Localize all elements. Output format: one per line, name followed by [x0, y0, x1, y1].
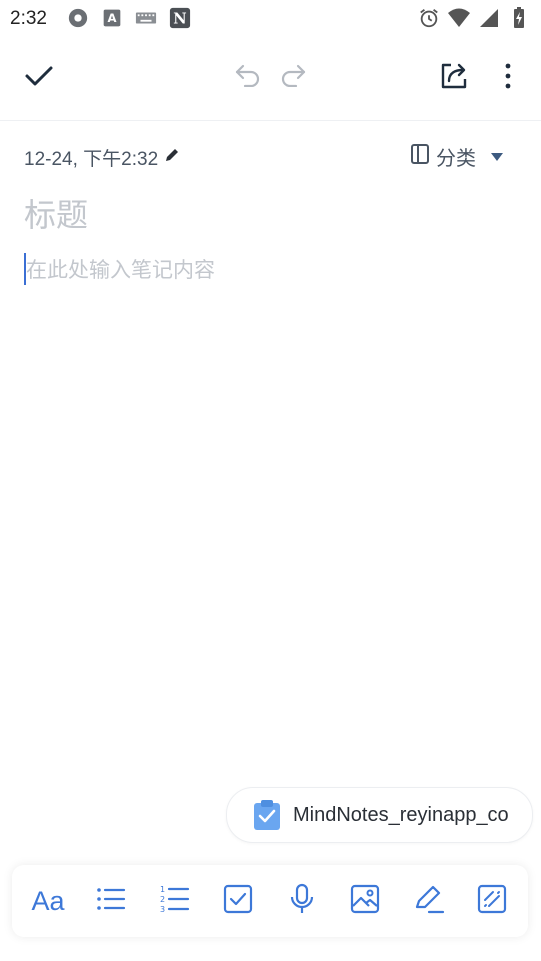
svg-text:2: 2	[160, 895, 165, 904]
status-icons-left: A N	[66, 6, 192, 30]
save-check-button[interactable]	[17, 56, 61, 100]
text-format-icon: Aa	[31, 885, 65, 916]
note-date[interactable]: 12-24, 下午2:32	[24, 144, 180, 171]
numbered-list-icon: 123	[160, 884, 190, 919]
status-bar: 2:32 A N	[0, 0, 541, 36]
redo-button[interactable]	[271, 55, 315, 99]
checkbox-icon	[223, 884, 253, 919]
numbered-list-button[interactable]: 123	[151, 877, 199, 925]
undo-button[interactable]	[226, 55, 270, 99]
image-icon	[350, 884, 380, 919]
keyboard-icon	[134, 6, 158, 30]
title-input[interactable]: 标题	[24, 190, 514, 236]
svg-text:N: N	[173, 11, 186, 28]
status-icons-right	[417, 6, 531, 30]
signal-icon	[477, 6, 501, 30]
background-pattern-button[interactable]	[468, 877, 516, 925]
alarm-icon	[417, 6, 441, 30]
notion-n-icon: N	[168, 6, 192, 30]
share-button[interactable]	[432, 56, 476, 100]
insert-image-button[interactable]	[341, 877, 389, 925]
clipboard-text: MindNotes_reyinapp_co	[293, 803, 509, 826]
caret-down-icon	[490, 145, 504, 168]
clipboard-suggestion-chip[interactable]: MindNotes_reyinapp_co	[226, 787, 533, 843]
checkbox-button[interactable]	[214, 877, 262, 925]
svg-text:A: A	[107, 11, 116, 25]
share-icon	[439, 61, 469, 96]
top-toolbar	[0, 50, 541, 106]
pattern-icon	[477, 884, 507, 919]
undo-icon	[234, 63, 262, 92]
clipboard-check-icon	[253, 799, 281, 831]
category-label: 分类	[436, 148, 476, 170]
body-input[interactable]: 在此处输入笔记内容	[24, 252, 514, 286]
note-date-text: 12-24, 下午2:32	[24, 149, 159, 170]
more-options-button[interactable]	[486, 56, 530, 100]
check-icon	[24, 64, 54, 93]
battery-charging-icon	[507, 6, 531, 30]
font-a-icon: A	[100, 6, 124, 30]
body-placeholder: 在此处输入笔记内容	[26, 259, 215, 282]
status-time: 2:32	[10, 8, 47, 29]
draw-button[interactable]	[405, 877, 453, 925]
bullet-list-button[interactable]	[87, 877, 135, 925]
header-divider	[0, 120, 541, 121]
bullet-list-icon	[96, 886, 126, 917]
svg-text:1: 1	[160, 885, 165, 894]
svg-text:3: 3	[160, 905, 165, 914]
settings-gear-icon	[66, 6, 90, 30]
bottom-format-toolbar: Aa 123	[12, 865, 528, 937]
voice-input-button[interactable]	[278, 877, 326, 925]
more-vertical-icon	[504, 63, 512, 94]
microphone-icon	[288, 883, 316, 920]
redo-icon	[279, 63, 307, 92]
note-meta-row: 12-24, 下午2:32 分类	[24, 142, 504, 171]
wifi-icon	[447, 6, 471, 30]
category-folder-icon	[410, 143, 430, 171]
text-format-button[interactable]: Aa	[24, 877, 72, 925]
category-selector[interactable]: 分类	[410, 142, 504, 171]
pen-icon	[413, 883, 445, 920]
title-placeholder: 标题	[24, 197, 89, 233]
pencil-icon	[164, 147, 180, 169]
